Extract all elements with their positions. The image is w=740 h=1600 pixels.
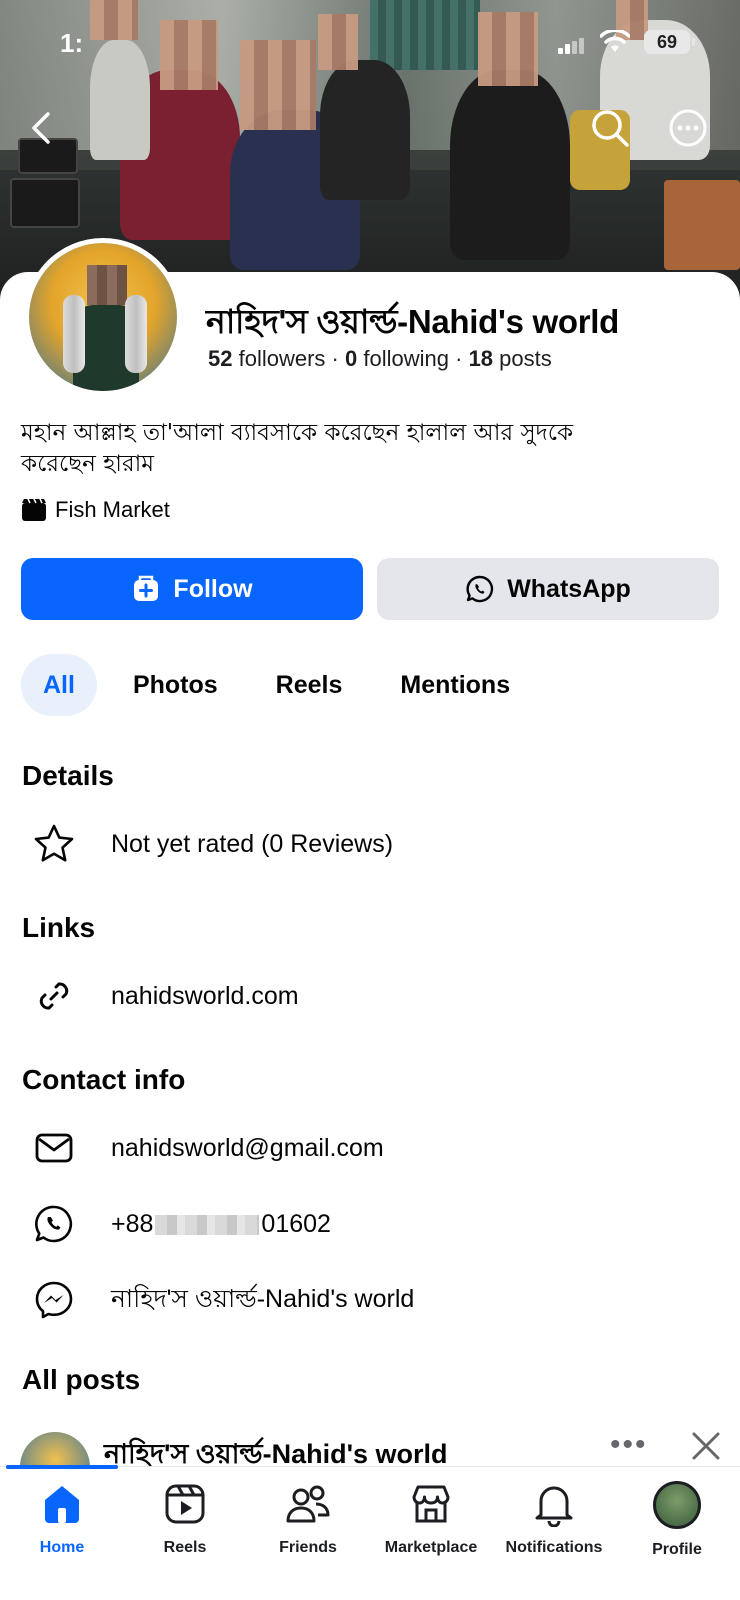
search-button[interactable] — [588, 106, 632, 150]
profile-bio: মহান আল্লাহ তা'আলা ব্যাবসাকে করেছেন হালা… — [21, 418, 701, 480]
link-icon — [39, 982, 69, 1010]
following-count: 0 — [345, 346, 358, 371]
links-heading: Links — [22, 912, 96, 943]
blurred-face — [87, 265, 127, 305]
nav-reels[interactable]: Reels — [123, 1481, 247, 1571]
category-label: Fish Market — [55, 497, 170, 522]
details-heading: Details — [22, 760, 114, 791]
follow-button[interactable]: Follow — [21, 558, 363, 620]
nav-label: Profile — [652, 1541, 702, 1558]
nav-home[interactable]: Home — [0, 1481, 124, 1571]
tab-mentions[interactable]: Mentions — [378, 654, 532, 716]
close-icon[interactable] — [686, 1426, 726, 1466]
back-button[interactable] — [20, 106, 64, 150]
profile-picture — [653, 1481, 701, 1529]
star-icon — [34, 824, 74, 862]
nav-label: Home — [39, 1539, 85, 1556]
rating-row[interactable]: Not yet rated (0 Reviews) — [30, 820, 393, 868]
whatsapp-label: WhatsApp — [507, 574, 631, 603]
page-title: নাহিদ'স ওয়ার্ল্ড-Nahid's world — [206, 303, 619, 340]
phone-prefix: +88 — [111, 1209, 154, 1238]
phone-suffix: 01602 — [261, 1209, 331, 1238]
whatsapp-icon — [35, 1205, 73, 1243]
tab-reels[interactable]: Reels — [254, 654, 365, 716]
signal-icon — [558, 38, 584, 54]
email-row[interactable]: nahidsworld@gmail.com — [30, 1124, 384, 1172]
wifi-icon — [600, 30, 630, 52]
status-bar: 1: 69 — [0, 28, 740, 58]
messenger-icon — [35, 1281, 73, 1319]
nav-marketplace[interactable]: Marketplace — [369, 1481, 493, 1571]
email-text: nahidsworld@gmail.com — [111, 1133, 384, 1162]
home-icon — [45, 1486, 79, 1523]
posts-count: 18 — [468, 346, 494, 371]
avatar-image — [29, 243, 177, 391]
rating-text: Not yet rated (0 Reviews) — [111, 829, 394, 858]
nav-profile[interactable]: Profile — [615, 1481, 739, 1571]
post-more-button[interactable]: ••• — [610, 1428, 648, 1462]
followers-count: 52 — [208, 346, 233, 371]
website-link[interactable]: nahidsworld.com — [111, 982, 299, 1011]
fish-image — [125, 295, 147, 373]
redacted-digits — [155, 1214, 260, 1235]
posts-label: posts — [499, 346, 552, 371]
whatsapp-icon — [466, 575, 494, 603]
profile-tabs: All Photos Reels Mentions — [21, 654, 546, 716]
nav-label: Marketplace — [384, 1539, 478, 1556]
bottom-nav: Home Reels Friends Marketplace Notificat… — [0, 1465, 740, 1600]
messenger-text: নাহিদ'স ওয়ার্ল্ড-Nahid's world — [111, 1284, 415, 1313]
stat-separator: · — [331, 346, 339, 371]
stat-separator: · — [455, 346, 463, 371]
nav-label: Reels — [163, 1539, 207, 1556]
more-options-icon — [669, 109, 707, 147]
mail-icon — [35, 1133, 73, 1163]
follow-label: Follow — [173, 574, 253, 603]
active-tab-indicator — [6, 1465, 118, 1469]
bell-icon — [535, 1486, 573, 1527]
post-header: নাহিদ'স ওয়ার্ল্ড-Nahid's world ••• — [20, 1426, 730, 1502]
person-image — [450, 70, 570, 260]
all-posts-heading: All posts — [22, 1364, 141, 1395]
profile-stats: 52 followers · 0 following · 18 posts — [208, 346, 552, 372]
tab-all[interactable]: All — [21, 654, 97, 716]
phone-text: +88 01602 — [111, 1210, 331, 1239]
bio-line: মহান আল্লাহ তা'আলা ব্যাবসাকে করেছেন হালা… — [21, 420, 574, 446]
person-image — [320, 60, 410, 200]
battery-indicator: 69 — [644, 30, 695, 54]
page-category: Fish Market — [21, 497, 170, 523]
nav-label: Notifications — [505, 1539, 603, 1556]
tab-photos[interactable]: Photos — [111, 654, 240, 716]
keyboard-image — [10, 178, 80, 228]
website-row[interactable]: nahidsworld.com — [30, 972, 299, 1020]
fish-image — [63, 295, 85, 373]
search-icon — [592, 110, 629, 147]
whatsapp-button[interactable]: WhatsApp — [377, 558, 719, 620]
followers-label[interactable]: followers — [239, 346, 326, 371]
nav-friends[interactable]: Friends — [246, 1481, 370, 1571]
clapperboard-icon — [22, 498, 46, 521]
marketplace-icon — [412, 1485, 450, 1523]
status-time: 1: — [60, 28, 84, 58]
more-options-button[interactable] — [666, 106, 710, 150]
friends-icon — [286, 1485, 330, 1523]
cabinet-image — [664, 180, 740, 270]
phone-row[interactable]: +88 01602 — [30, 1200, 331, 1248]
bio-line: করেছেন হারাম — [21, 451, 155, 477]
follow-icon — [134, 575, 159, 601]
profile-avatar[interactable] — [24, 238, 182, 396]
contact-heading: Contact info — [22, 1064, 186, 1095]
chevron-left-icon — [32, 112, 50, 144]
nav-label: Friends — [279, 1539, 337, 1556]
person-image — [90, 40, 150, 160]
messenger-row[interactable]: নাহিদ'স ওয়ার্ল্ড-Nahid's world — [30, 1276, 414, 1324]
reels-icon — [165, 1484, 205, 1524]
following-label[interactable]: following — [363, 346, 449, 371]
nav-notifications[interactable]: Notifications — [492, 1481, 616, 1571]
